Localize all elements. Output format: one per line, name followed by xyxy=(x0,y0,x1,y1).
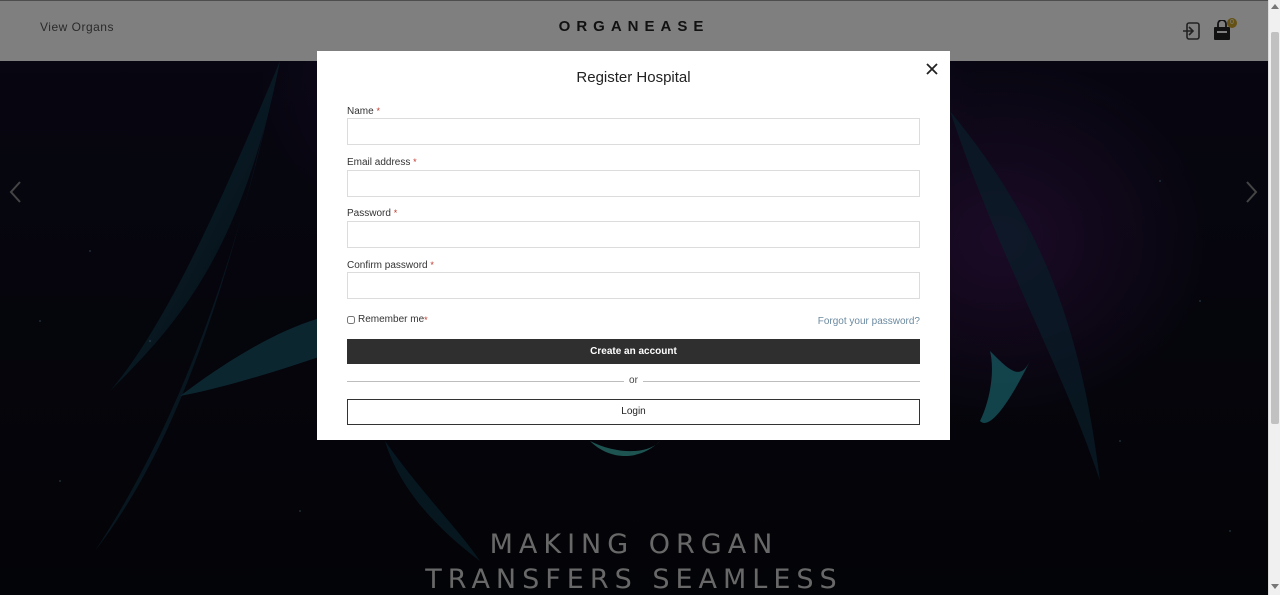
password-input[interactable] xyxy=(347,221,920,248)
name-label: Name * xyxy=(347,106,380,117)
confirm-password-input[interactable] xyxy=(347,272,920,299)
page-scrollbar[interactable] xyxy=(1268,0,1280,595)
login-button[interactable]: Login xyxy=(347,399,920,425)
name-input[interactable] xyxy=(347,118,920,145)
email-input[interactable] xyxy=(347,170,920,197)
scroll-up-arrow-icon[interactable] xyxy=(1271,4,1279,9)
required-mark: * xyxy=(376,106,380,116)
close-icon[interactable] xyxy=(924,61,940,77)
required-mark: * xyxy=(413,157,417,167)
divider-line xyxy=(643,381,920,382)
forgot-password-link[interactable]: Forgot your password? xyxy=(807,316,920,327)
password-label: Password * xyxy=(347,208,398,219)
required-mark: * xyxy=(424,314,428,325)
scroll-down-arrow-icon[interactable] xyxy=(1271,584,1279,589)
remember-me-checkbox[interactable] xyxy=(347,315,355,324)
email-label: Email address * xyxy=(347,157,417,168)
modal-title: Register Hospital xyxy=(576,69,691,86)
divider-line xyxy=(347,381,624,382)
remember-me[interactable]: Remember me * xyxy=(347,314,428,325)
required-mark: * xyxy=(393,208,398,218)
divider-or: or xyxy=(629,375,638,386)
create-account-button[interactable]: Create an account xyxy=(347,339,920,364)
confirm-password-label: Confirm password * xyxy=(347,260,434,271)
register-hospital-modal: Register Hospital Name * Email address *… xyxy=(317,51,950,440)
required-mark: * xyxy=(430,260,434,270)
scroll-thumb[interactable] xyxy=(1271,32,1279,424)
remember-me-label: Remember me xyxy=(358,314,425,325)
